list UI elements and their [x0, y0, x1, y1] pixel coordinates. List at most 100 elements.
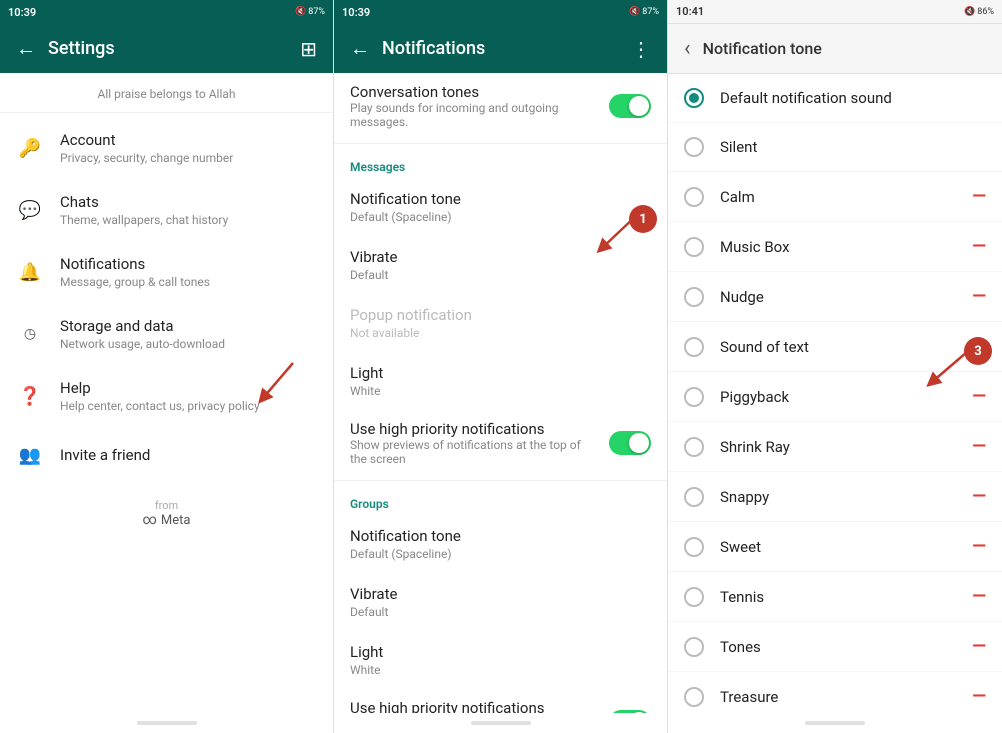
radio-snappy[interactable] [684, 487, 704, 507]
scroll-indicator-2 [471, 721, 531, 725]
radio-shrinkray[interactable] [684, 437, 704, 457]
conversation-tones-desc: Play sounds for incoming and outgoing me… [350, 101, 609, 129]
tone-name-silent: Silent [720, 138, 986, 156]
tone-item-soundoftext[interactable]: Sound of text — [668, 322, 1002, 372]
time-tone: 10:41 [676, 5, 704, 18]
settings-header: ← Settings ⊞ [0, 24, 333, 73]
group-vibrate-item[interactable]: Vibrate Default [334, 573, 667, 631]
radio-tones[interactable] [684, 637, 704, 657]
settings-invite-item[interactable]: 👥 Invite a friend [0, 427, 333, 483]
groups-section-label: Groups [334, 485, 667, 515]
settings-footer: from ∞ Meta [0, 483, 333, 544]
radio-calm[interactable] [684, 187, 704, 207]
storage-title: Storage and data [60, 317, 317, 335]
tone-item-musicbox[interactable]: Music Box — [668, 222, 1002, 272]
tone-item-treasure[interactable]: Treasure — [668, 672, 1002, 713]
notifications-menu-button[interactable]: ⋮ [631, 37, 651, 61]
radio-silent[interactable] [684, 137, 704, 157]
vibrate-value: Default [350, 268, 651, 282]
notifications-icon: 🔔 [16, 258, 44, 286]
signal-tone-icon: 🔇 [964, 7, 975, 17]
praise-text: All praise belongs to Allah [97, 87, 235, 101]
battery-notif: 87% [642, 7, 659, 17]
delete-tennis-button[interactable]: — [972, 586, 986, 607]
status-bar-settings: 10:39 🔇 87% [0, 0, 333, 24]
invite-title: Invite a friend [60, 446, 317, 464]
delete-tones-button[interactable]: — [972, 636, 986, 657]
group-light-item[interactable]: Light White [334, 631, 667, 689]
delete-piggyback-button[interactable]: — [972, 386, 986, 407]
tone-item-silent[interactable]: Silent [668, 123, 1002, 172]
tone-item-nudge[interactable]: Nudge — [668, 272, 1002, 322]
tone-name-shrinkray: Shrink Ray [720, 438, 956, 456]
qr-icon[interactable]: ⊞ [300, 37, 317, 61]
vibrate-item[interactable]: Vibrate Default [334, 236, 667, 294]
delete-shrinkray-button[interactable]: — [972, 436, 986, 457]
status-icons-tone: 🔇 86% [964, 7, 994, 17]
tone-item-calm[interactable]: Calm — [668, 172, 1002, 222]
radio-nudge[interactable] [684, 287, 704, 307]
popup-item: Popup notification Not available [334, 294, 667, 352]
status-bar-notifications: 10:39 🔇 87% [334, 0, 667, 24]
tone-back-button[interactable]: ‹ [684, 36, 691, 61]
chats-title: Chats [60, 193, 317, 211]
storage-icon: ◷ [16, 320, 44, 348]
settings-help-item[interactable]: ❓ Help Help center, contact us, privacy … [0, 365, 333, 427]
footer-from: from [16, 499, 317, 512]
tone-content: Default notification sound Silent Calm —… [668, 74, 1002, 713]
tone-item-tones[interactable]: Tones — [668, 622, 1002, 672]
delete-treasure-button[interactable]: — [972, 686, 986, 707]
tone-item-default[interactable]: Default notification sound [668, 74, 1002, 123]
radio-sweet[interactable] [684, 537, 704, 557]
delete-nudge-button[interactable]: — [972, 286, 986, 307]
help-subtitle: Help center, contact us, privacy policy [60, 399, 317, 413]
notification-tone-item[interactable]: Notification tone Default (Spaceline) [334, 178, 667, 236]
delete-snappy-button[interactable]: — [972, 486, 986, 507]
tone-name-sweet: Sweet [720, 538, 956, 556]
settings-notifications-item[interactable]: 🔔 Notifications Message, group & call to… [0, 241, 333, 303]
notif-tone-value: Default (Spaceline) [350, 210, 651, 224]
group-notif-tone-value: Default (Spaceline) [350, 547, 651, 561]
group-high-priority-row[interactable]: Use high priority notifications Show pre… [334, 689, 667, 713]
settings-chats-item[interactable]: 💬 Chats Theme, wallpapers, chat history [0, 179, 333, 241]
radio-soundoftext[interactable] [684, 337, 704, 357]
tone-item-snappy[interactable]: Snappy — [668, 472, 1002, 522]
account-title: Account [60, 131, 317, 149]
tone-title: Notification tone [703, 39, 986, 58]
conversation-tones-row[interactable]: Conversation tones Play sounds for incom… [334, 73, 667, 139]
chats-text: Chats Theme, wallpapers, chat history [60, 193, 317, 227]
tone-header: ‹ Notification tone [668, 24, 1002, 74]
radio-tennis[interactable] [684, 587, 704, 607]
settings-storage-item[interactable]: ◷ Storage and data Network usage, auto-d… [0, 303, 333, 365]
radio-piggyback[interactable] [684, 387, 704, 407]
help-text: Help Help center, contact us, privacy po… [60, 379, 317, 413]
high-priority-row[interactable]: Use high priority notifications Show pre… [334, 410, 667, 476]
tone-item-sweet[interactable]: Sweet — [668, 522, 1002, 572]
light-item[interactable]: Light White [334, 352, 667, 410]
high-priority-toggle[interactable] [609, 431, 651, 455]
scroll-indicator-1 [137, 721, 197, 725]
delete-soundoftext-button[interactable]: — [972, 336, 986, 357]
notifications-back-button[interactable]: ← [350, 36, 370, 61]
delete-sweet-button[interactable]: — [972, 536, 986, 557]
high-priority-desc: Show previews of notifications at the to… [350, 438, 597, 466]
invite-icon: 👥 [16, 441, 44, 469]
tone-name-snappy: Snappy [720, 488, 956, 506]
settings-back-button[interactable]: ← [16, 36, 36, 61]
settings-account-item[interactable]: 🔑 Account Privacy, security, change numb… [0, 117, 333, 179]
radio-treasure[interactable] [684, 687, 704, 707]
tone-item-shrinkray[interactable]: Shrink Ray — [668, 422, 1002, 472]
divider-1 [334, 143, 667, 144]
group-high-priority-toggle[interactable] [609, 710, 651, 713]
delete-musicbox-button[interactable]: — [972, 236, 986, 257]
tone-name-tones: Tones [720, 638, 956, 656]
tone-item-piggyback[interactable]: Piggyback — [668, 372, 1002, 422]
storage-text: Storage and data Network usage, auto-dow… [60, 317, 317, 351]
notifications-content: Conversation tones Play sounds for incom… [334, 73, 667, 713]
group-notif-tone-item[interactable]: Notification tone Default (Spaceline) [334, 515, 667, 573]
radio-musicbox[interactable] [684, 237, 704, 257]
delete-calm-button[interactable]: — [972, 186, 986, 207]
radio-default[interactable] [684, 88, 704, 108]
conversation-tones-toggle[interactable] [609, 94, 651, 118]
tone-item-tennis[interactable]: Tennis — [668, 572, 1002, 622]
